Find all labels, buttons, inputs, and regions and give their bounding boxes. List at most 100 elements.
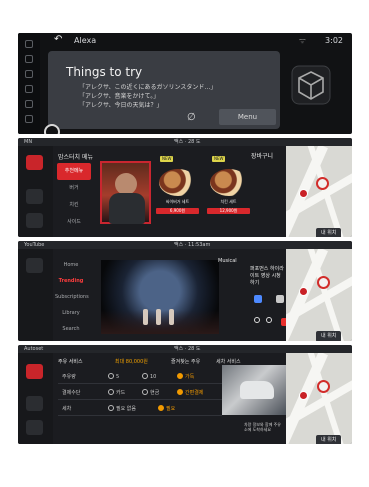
- food-image: [158, 169, 197, 196]
- order-icon[interactable]: [26, 155, 43, 170]
- person-image: [115, 173, 137, 195]
- car-wash-row: 세차 필요 없음 필요: [58, 401, 222, 416]
- product-card[interactable]: 싸이버거 세트 6,900원: [156, 169, 199, 214]
- play-icon[interactable]: [254, 317, 260, 323]
- map-road: [307, 146, 351, 237]
- menu-header: 맘스터치 메뉴: [58, 154, 94, 161]
- mute-icon[interactable]: ∅: [187, 112, 196, 123]
- map-location-chip[interactable]: 내 위치: [316, 228, 342, 237]
- radio-selected-icon: [177, 373, 183, 379]
- status-bar: Autoset 맥스 · 28 도: [18, 345, 352, 353]
- food-image: [209, 169, 248, 196]
- payment-row: 결제수단 카드 현금 간편결제: [58, 385, 222, 400]
- map-pin-icon[interactable]: [299, 189, 308, 198]
- option-label: 현금: [150, 390, 160, 396]
- radio-icon: [108, 389, 114, 395]
- radio-option[interactable]: 간편결제: [177, 389, 203, 396]
- navigation-icon[interactable]: [25, 70, 33, 78]
- video-description: 퍼포먼스 하이라이트 영상 시청하기: [250, 266, 284, 286]
- map-road: [307, 249, 351, 341]
- radio-option[interactable]: 10: [142, 373, 156, 380]
- video-player[interactable]: [101, 260, 219, 334]
- sidebar: [18, 146, 53, 237]
- pause-icon[interactable]: [266, 317, 272, 323]
- map-road: [307, 353, 351, 444]
- vehicle-description: 차량 정보와 함께 주유소에 도착하세요: [244, 422, 281, 432]
- radio-option[interactable]: 카드: [108, 389, 125, 396]
- field-label: 주유량: [62, 374, 76, 380]
- map-pin-icon[interactable]: [299, 391, 308, 400]
- category-trending[interactable]: Trending: [55, 273, 87, 289]
- navigation-map[interactable]: 내 위치: [286, 146, 352, 237]
- performer-image: [143, 309, 148, 325]
- like-icon[interactable]: [254, 295, 262, 303]
- radio-icon: [108, 405, 114, 411]
- person-body: [109, 193, 145, 224]
- new-badge: NEW: [212, 156, 226, 162]
- status-bar: MN 맥스 · 28 도: [18, 138, 352, 146]
- category-home[interactable]: Home: [55, 257, 87, 273]
- category-item-recommended[interactable]: 추천메뉴: [57, 163, 91, 180]
- radio-option[interactable]: 5: [108, 373, 119, 380]
- dislike-icon[interactable]: [276, 295, 284, 303]
- radio-icon: [142, 373, 148, 379]
- back-icon[interactable]: [26, 258, 43, 273]
- favorite-fuel[interactable]: 즐겨찾는 주유: [171, 358, 200, 365]
- product-card[interactable]: 치킨 세트 12,900원: [207, 169, 250, 214]
- fuel-icon[interactable]: [26, 364, 43, 379]
- things-to-try-panel: Things to try 「アレクサ、この近くにあるガソリンスタンド…」 「ア…: [44, 51, 280, 134]
- youtube-screen: YouTube 맥스 · 11:53am Home Trending Subsc…: [18, 241, 352, 341]
- radio-option[interactable]: 필요: [158, 405, 175, 412]
- settings-icon[interactable]: [25, 115, 33, 123]
- category-item-side[interactable]: 사이드: [57, 214, 91, 231]
- vehicle-photo: [222, 365, 286, 415]
- category-library[interactable]: Library: [55, 305, 87, 321]
- radio-option[interactable]: 가득: [177, 373, 194, 380]
- radio-option[interactable]: 필요 없음: [108, 405, 136, 412]
- settings-icon[interactable]: [26, 420, 43, 435]
- price-range: 최대 80,000원: [115, 359, 148, 365]
- location-marker-icon: [317, 380, 330, 393]
- panel-title: Things to try: [66, 65, 143, 79]
- status-left: MN: [24, 139, 33, 145]
- lock-icon[interactable]: [26, 213, 43, 228]
- promo-image[interactable]: [100, 161, 151, 224]
- category-subscriptions[interactable]: Subscriptions: [55, 289, 89, 305]
- apps-icon[interactable]: [25, 100, 33, 108]
- sidebar: [18, 249, 53, 341]
- category-item-chicken[interactable]: 치킨: [57, 197, 91, 214]
- status-left: Autoset: [24, 346, 44, 352]
- option-label: 필요 없음: [116, 406, 136, 412]
- store-icon[interactable]: [26, 189, 43, 204]
- app-title: Alexa: [74, 36, 97, 45]
- navigation-map[interactable]: 내 위치: [286, 249, 352, 341]
- music-icon[interactable]: [25, 85, 33, 93]
- food-order-screen: MN 맥스 · 28 도 맘스터치 메뉴 장바구니 추천메뉴 버거 치킨 사이드…: [18, 138, 352, 237]
- car-wash-title: 세차 서비스: [216, 359, 241, 365]
- product-price: 6,900원: [156, 208, 199, 214]
- map-location-chip[interactable]: 내 위치: [316, 331, 342, 341]
- radio-option[interactable]: 현금: [142, 389, 159, 396]
- category-item-burger[interactable]: 버거: [57, 180, 91, 197]
- home-icon[interactable]: [25, 40, 33, 48]
- car-icon[interactable]: [26, 396, 43, 411]
- category-search[interactable]: Search: [55, 321, 87, 337]
- field-label: 결제수단: [62, 390, 81, 396]
- menu-button[interactable]: Menu: [219, 109, 276, 125]
- category-list: Home Trending Subscriptions Library Sear…: [55, 257, 89, 333]
- field-label: 세차: [62, 406, 72, 412]
- vehicle-image: [240, 381, 274, 399]
- status-center: 맥스 · 11:53am: [174, 242, 211, 248]
- screenshot-page: ↶ Alexa ᯤ 3:02 Things to try 「アレクサ、この近くに…: [0, 0, 369, 487]
- performer-image: [169, 309, 174, 325]
- alexa-mic-icon[interactable]: [44, 124, 60, 134]
- navigation-map[interactable]: 내 위치: [286, 353, 352, 444]
- phone-icon[interactable]: [25, 55, 33, 63]
- map-pin-icon[interactable]: [299, 287, 308, 296]
- cart-button[interactable]: 장바구니: [251, 151, 273, 160]
- suggestion-line-2: 「アレクサ、音楽をかけて。」: [79, 93, 160, 100]
- alexa-screen: ↶ Alexa ᯤ 3:02 Things to try 「アレクサ、この近くに…: [18, 33, 352, 134]
- map-location-chip[interactable]: 내 위치: [316, 435, 342, 444]
- product-name: 치킨 세트: [220, 199, 237, 204]
- back-icon[interactable]: ↶: [54, 34, 62, 45]
